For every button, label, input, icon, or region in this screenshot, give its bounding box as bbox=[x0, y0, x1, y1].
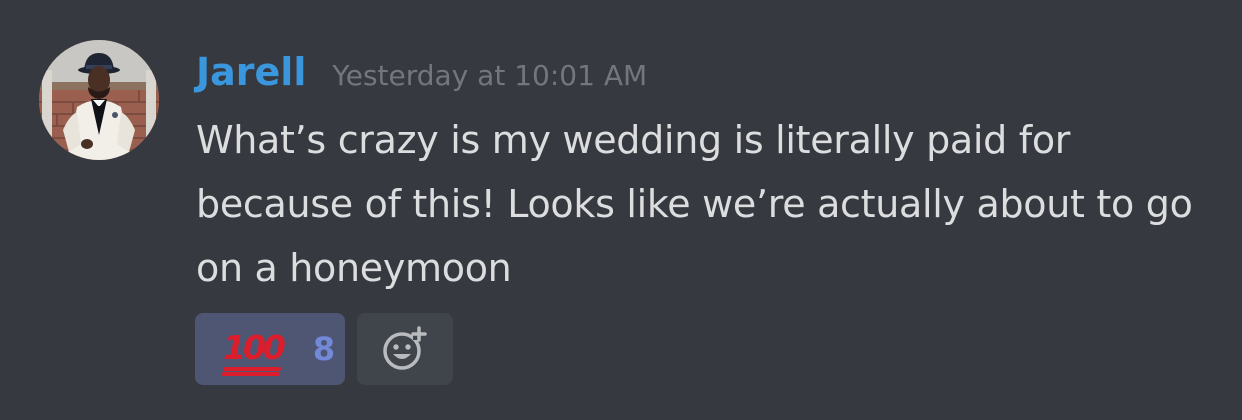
message-header: Jarell Yesterday at 10:01 AM bbox=[196, 50, 647, 102]
timestamp: Yesterday at 10:01 AM bbox=[332, 59, 648, 92]
avatar-photo-icon bbox=[39, 40, 159, 160]
reaction-hundred-points[interactable]: 100 8 bbox=[195, 313, 345, 385]
chat-message: Jarell Yesterday at 10:01 AM What’s craz… bbox=[0, 0, 1242, 420]
username[interactable]: Jarell bbox=[196, 50, 306, 94]
avatar[interactable] bbox=[39, 40, 159, 160]
add-reaction-icon bbox=[383, 326, 427, 370]
reaction-count: 8 bbox=[312, 330, 336, 368]
message-content: What’s crazy is my wedding is literally … bbox=[196, 118, 1193, 290]
reaction-bar: 100 8 bbox=[195, 313, 453, 385]
hundred-points-icon: 100 bbox=[223, 327, 286, 367]
add-reaction-button[interactable] bbox=[357, 313, 453, 385]
